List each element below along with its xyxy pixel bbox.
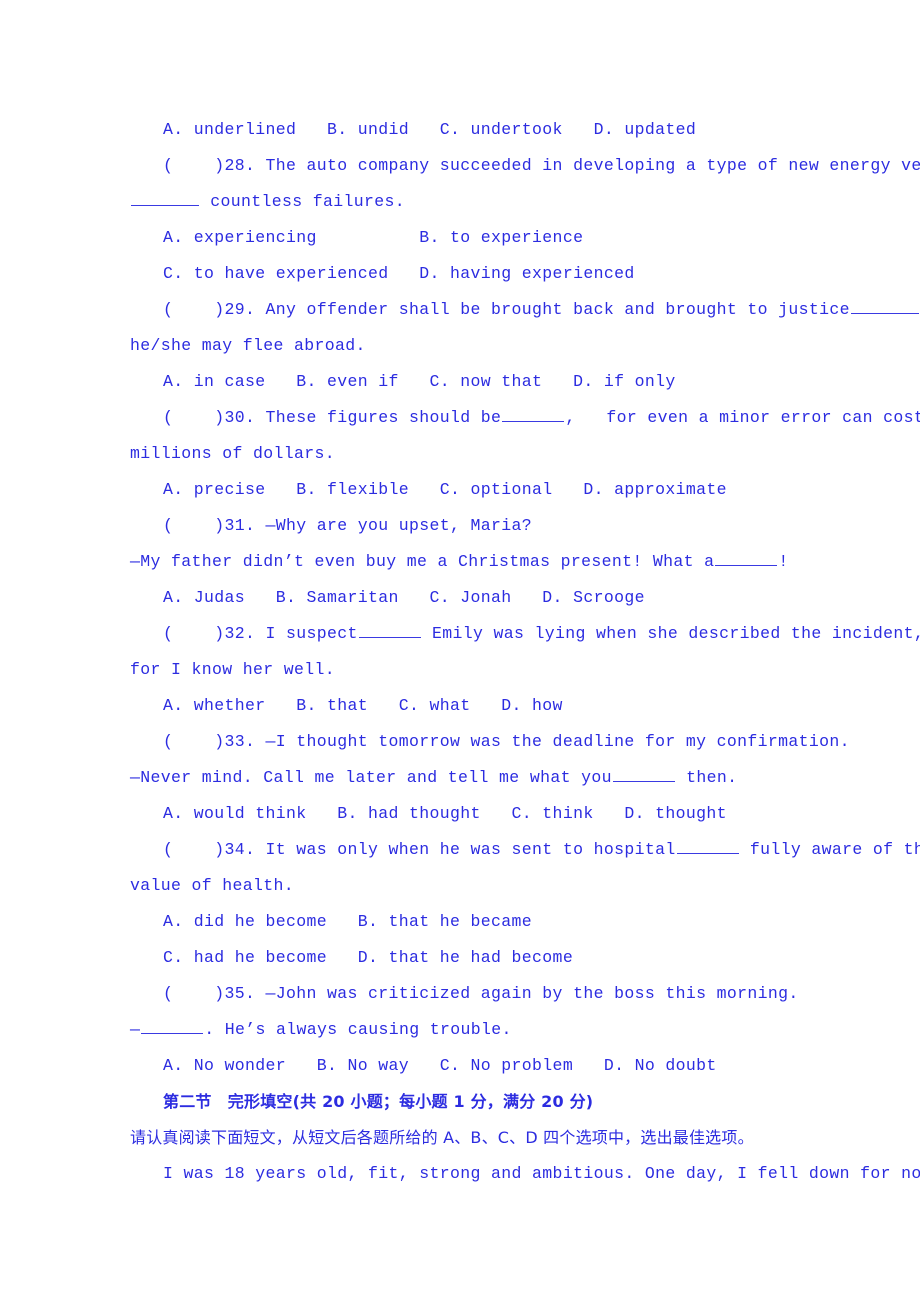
- question-33-stem-line-2: —Never mind. Call me later and tell me w…: [130, 760, 792, 796]
- question-35-stem-line-1: ( )35. —John was criticized again by the…: [163, 984, 799, 1003]
- question-30-stem-tail: , for even a minor error can cost us: [565, 408, 920, 427]
- answer-blank-31[interactable]: [715, 550, 778, 566]
- question-33-stem-head: —Never mind. Call me later and tell me w…: [130, 768, 612, 787]
- question-35-stem-line-2: — . He’s always causing trouble.: [130, 1012, 792, 1048]
- question-34-stem-head: ( )34. It was only when he was sent to h…: [163, 840, 676, 859]
- question-28-stem-line-2: countless failures.: [130, 184, 792, 220]
- worksheet-page: A. underlined B. undid C. undertook D. u…: [0, 0, 920, 1302]
- question-30-stem-line-1: ( )30. These figures should be , for even…: [130, 400, 920, 436]
- question-29-options: A. in case B. even if C. now that D. if …: [163, 372, 676, 391]
- question-32-stem-line-1: ( )32. I suspect Emily was lying when sh…: [130, 616, 920, 652]
- question-30-stem-head: ( )30. These figures should be: [163, 408, 502, 427]
- question-28-options-cd: C. to have experienced D. having experie…: [163, 264, 635, 283]
- answer-blank-29[interactable]: [850, 298, 919, 314]
- question-33-stem-tail: then.: [675, 768, 738, 787]
- question-28-options-ab: A. experiencing B. to experience: [163, 228, 584, 247]
- question-29-stem-line-2: he/she may flee abroad.: [130, 336, 366, 355]
- question-31-stem-line-2: —My father didn’t even buy me a Christma…: [130, 544, 792, 580]
- question-30-options: A. precise B. flexible C. optional D. ap…: [163, 480, 727, 499]
- answer-blank-35[interactable]: [141, 1018, 204, 1034]
- section-two-heading: 第二节 完形填空(共 20 小题；每小题 1 分，满分 20 分): [163, 1092, 594, 1111]
- question-30-stem-line-2: millions of dollars.: [130, 444, 336, 463]
- question-28-stem-tail: countless failures.: [200, 192, 406, 211]
- question-31-stem-head: —My father didn’t even buy me a Christma…: [130, 552, 715, 571]
- question-29-stem-line-1: ( )29. Any offender shall be brought bac…: [130, 292, 919, 328]
- question-33-stem-line-1: ( )33. —I thought tomorrow was the deadl…: [163, 732, 850, 751]
- question-34-stem-tail: fully aware of the: [739, 840, 920, 859]
- question-33-options: A. would think B. had thought C. think D…: [163, 804, 727, 823]
- question-27-options: A. underlined B. undid C. undertook D. u…: [163, 120, 697, 139]
- question-29-stem-head: ( )29. Any offender shall be brought bac…: [163, 300, 850, 319]
- question-34-stem-line-2: value of health.: [130, 876, 295, 895]
- question-32-stem-head: ( )32. I suspect: [163, 624, 358, 643]
- question-31-options: A. Judas B. Samaritan C. Jonah D. Scroog…: [163, 588, 645, 607]
- question-34-stem-line-1: ( )34. It was only when he was sent to h…: [130, 832, 920, 868]
- question-32-stem-tail: Emily was lying when she described the i…: [421, 624, 920, 643]
- question-28-stem-line-1: ( )28. The auto company succeeded in dev…: [163, 156, 920, 175]
- cloze-passage-line-1: I was 18 years old, fit, strong and ambi…: [130, 1156, 920, 1192]
- question-35-stem-head: —: [130, 1020, 141, 1039]
- question-35-options: A. No wonder B. No way C. No problem D. …: [163, 1056, 717, 1075]
- question-32-options: A. whether B. that C. what D. how: [163, 696, 563, 715]
- question-32-stem-line-2: for I know her well.: [130, 660, 336, 679]
- answer-blank-33[interactable]: [612, 766, 675, 782]
- exam-content: A. underlined B. undid C. undertook D. u…: [130, 112, 920, 1192]
- question-31-stem-tail: !: [778, 552, 789, 571]
- section-two-instruction: 请认真阅读下面短文，从短文后各题所给的 A、B、C、D 四个选项中，选出最佳选项…: [130, 1128, 754, 1147]
- answer-blank-30[interactable]: [502, 406, 565, 422]
- answer-blank-28[interactable]: [131, 190, 199, 206]
- answer-blank-34[interactable]: [676, 838, 739, 854]
- question-31-stem-line-1: ( )31. —Why are you upset, Maria?: [163, 516, 533, 535]
- cloze-passage-text: I was 18 years old, fit, strong and ambi…: [163, 1164, 920, 1183]
- answer-blank-32[interactable]: [358, 622, 421, 638]
- question-35-stem-tail: . He’s always causing trouble.: [204, 1020, 512, 1039]
- question-34-options-ab: A. did he become B. that he became: [163, 912, 533, 931]
- question-34-options-cd: C. had he become D. that he had become: [163, 948, 574, 967]
